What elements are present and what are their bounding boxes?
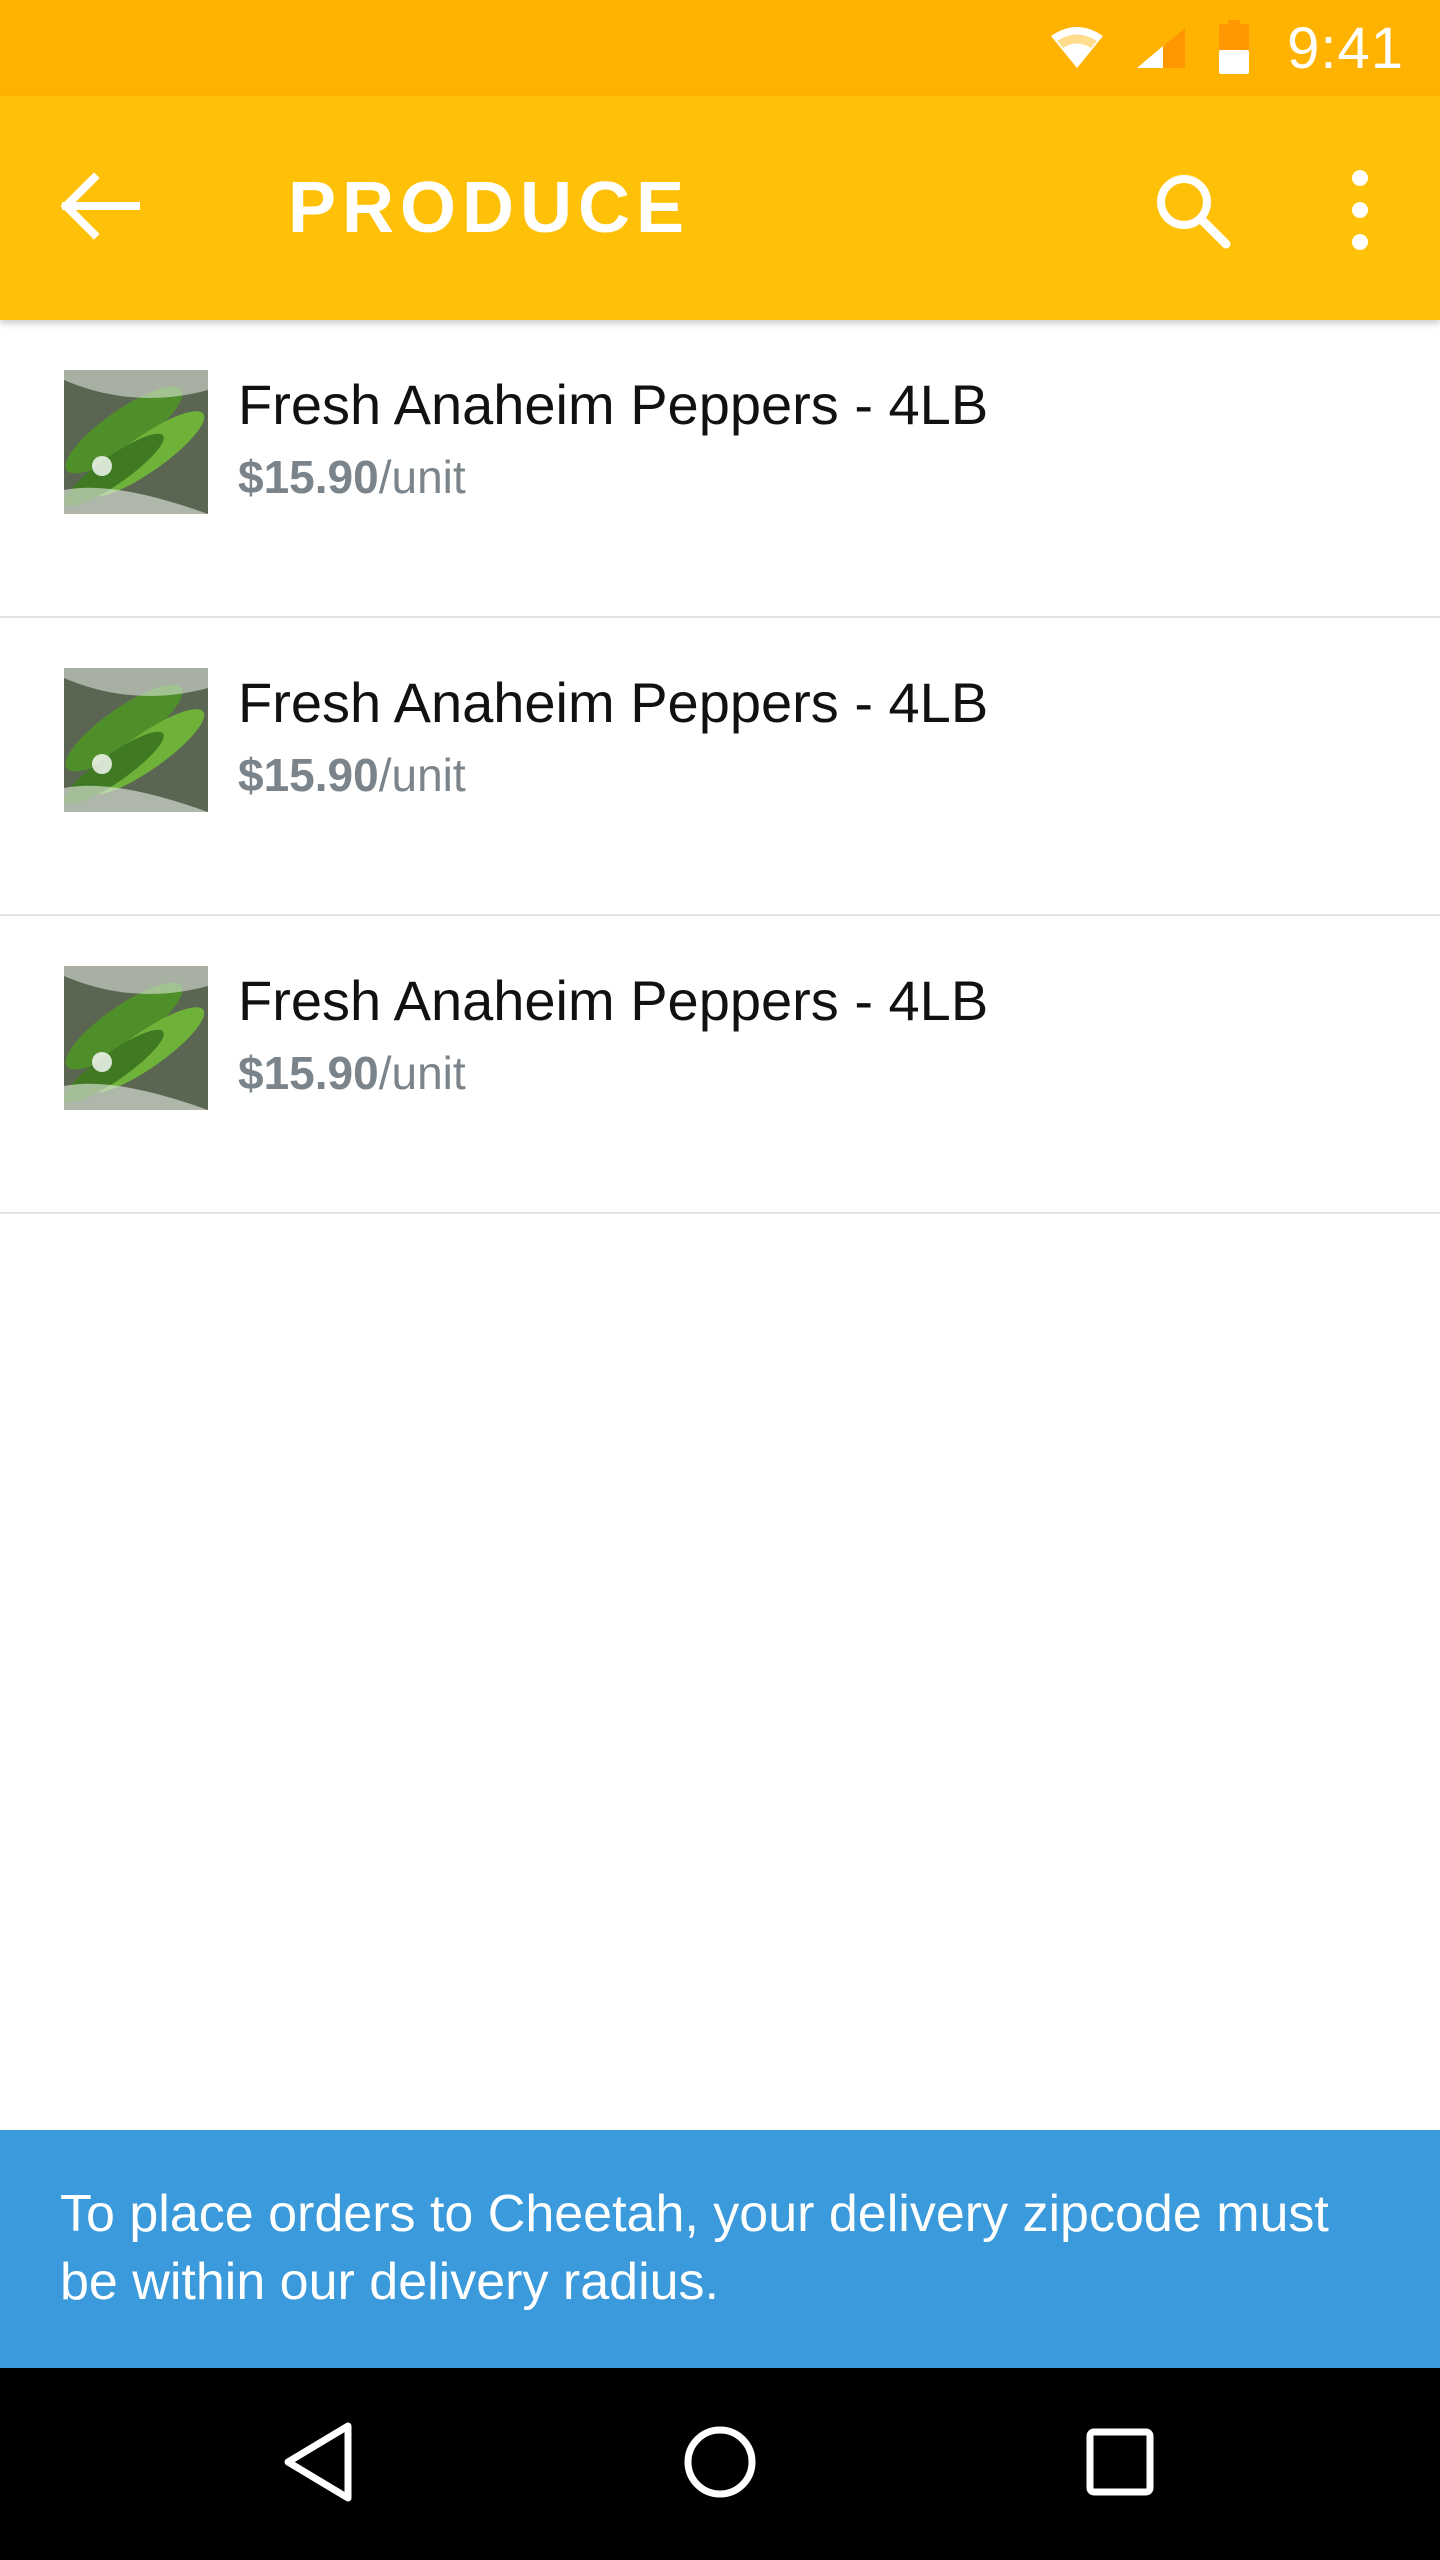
pepper-image-icon <box>64 668 208 812</box>
product-list-item[interactable]: Fresh Anaheim Peppers - 4LB $15.90/unit <box>0 916 1440 1214</box>
product-name: Fresh Anaheim Peppers - 4LB <box>238 671 989 734</box>
recents-square-icon <box>1082 2424 1158 2505</box>
product-name: Fresh Anaheim Peppers - 4LB <box>238 373 989 436</box>
price-unit: /unit <box>378 749 466 801</box>
wifi-icon <box>1049 24 1105 72</box>
product-name: Fresh Anaheim Peppers - 4LB <box>238 969 989 1032</box>
more-vert-icon <box>1348 168 1372 257</box>
system-nav-bar <box>0 2368 1440 2560</box>
search-button[interactable] <box>1132 152 1252 272</box>
battery-icon <box>1217 20 1251 76</box>
product-list: Fresh Anaheim Peppers - 4LB $15.90/unit … <box>0 320 1440 1214</box>
app-bar: PRODUCE <box>0 96 1440 320</box>
back-button[interactable] <box>40 148 160 268</box>
product-thumbnail <box>64 668 208 812</box>
product-thumbnail <box>64 370 208 514</box>
product-price: $15.90/unit <box>238 1046 466 1100</box>
nav-home-button[interactable] <box>660 2404 780 2524</box>
search-icon <box>1152 170 1232 255</box>
price-amount: $15.90 <box>238 1047 379 1099</box>
product-price: $15.90/unit <box>238 748 466 802</box>
product-price: $15.90/unit <box>238 450 466 504</box>
pepper-image-icon <box>64 966 208 1110</box>
price-unit: /unit <box>378 1047 466 1099</box>
pepper-image-icon <box>64 370 208 514</box>
price-unit: /unit <box>378 451 466 503</box>
nav-recents-button[interactable] <box>1060 2404 1180 2524</box>
price-amount: $15.90 <box>238 749 379 801</box>
price-amount: $15.90 <box>238 451 379 503</box>
product-list-item[interactable]: Fresh Anaheim Peppers - 4LB $15.90/unit <box>0 320 1440 618</box>
product-list-item[interactable]: Fresh Anaheim Peppers - 4LB $15.90/unit <box>0 618 1440 916</box>
home-circle-icon <box>680 2422 760 2507</box>
cell-signal-icon <box>1133 24 1189 72</box>
banner-message: To place orders to Cheetah, your deliver… <box>60 2185 1329 2311</box>
back-triangle-icon <box>280 2420 360 2509</box>
status-time: 9:41 <box>1287 15 1404 81</box>
delivery-radius-banner: To place orders to Cheetah, your deliver… <box>0 2130 1440 2368</box>
nav-back-button[interactable] <box>260 2404 380 2524</box>
more-options-button[interactable] <box>1300 152 1420 272</box>
product-thumbnail <box>64 966 208 1110</box>
page-title: PRODUCE <box>288 168 691 248</box>
status-icons: 9:41 <box>1049 0 1404 96</box>
status-bar: 9:41 <box>0 0 1440 96</box>
back-arrow-icon <box>58 164 142 253</box>
